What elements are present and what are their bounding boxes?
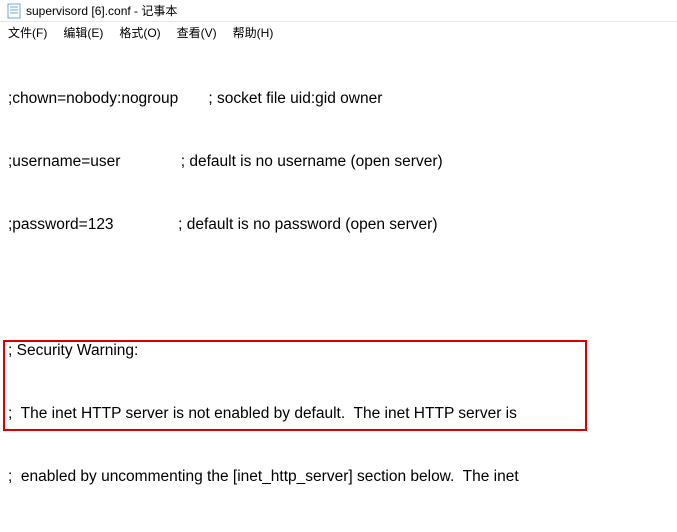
editor-area[interactable]: ;chown=nobody:nogroup ; socket file uid:… <box>0 42 677 532</box>
menu-view[interactable]: 查看(V) <box>173 24 221 41</box>
menu-edit[interactable]: 编辑(E) <box>59 24 107 41</box>
menu-bar: 文件(F) 编辑(E) 格式(O) 查看(V) 帮助(H) <box>0 22 677 42</box>
text-line: ; Security Warning: <box>8 340 669 361</box>
text-line <box>8 277 669 298</box>
menu-help[interactable]: 帮助(H) <box>229 24 278 41</box>
text-line: ;username=user ; default is no username … <box>8 151 669 172</box>
text-line: ; enabled by uncommenting the [inet_http… <box>8 466 669 487</box>
notepad-icon <box>6 3 22 19</box>
window-title: supervisord [6].conf - 记事本 <box>26 2 177 19</box>
text-line: ; The inet HTTP server is not enabled by… <box>8 403 669 424</box>
text-line: ;chown=nobody:nogroup ; socket file uid:… <box>8 88 669 109</box>
text-line: ;password=123 ; default is no password (… <box>8 214 669 235</box>
title-bar: supervisord [6].conf - 记事本 <box>0 0 677 22</box>
menu-file[interactable]: 文件(F) <box>4 24 51 41</box>
menu-format[interactable]: 格式(O) <box>115 24 164 41</box>
